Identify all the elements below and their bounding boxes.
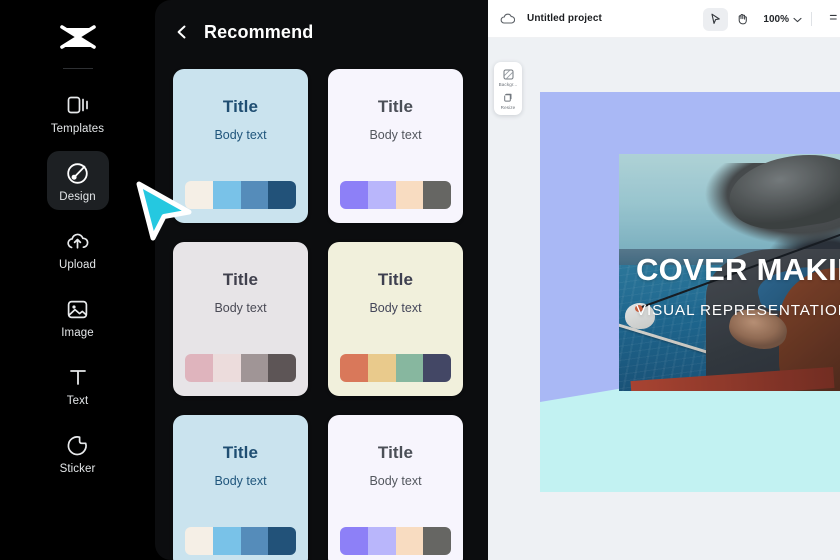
cover-subheading[interactable]: VISUAL REPRESENTATION OF xyxy=(636,302,840,319)
toolbar-divider xyxy=(811,12,812,26)
sticker-icon xyxy=(65,432,91,458)
image-icon xyxy=(65,296,91,322)
sidebar-item-label: Text xyxy=(66,395,89,407)
sidebar-item-sticker[interactable]: Sticker xyxy=(47,423,109,482)
background-tool-button[interactable]: Backgr... xyxy=(494,68,522,87)
theme-card-swatches xyxy=(185,181,296,209)
editor-pane: Untitled project 100% Backgr... Resize C… xyxy=(488,0,840,560)
theme-card-swatches xyxy=(340,354,451,382)
color-swatch xyxy=(185,181,213,209)
theme-card-swatches xyxy=(185,527,296,555)
theme-card[interactable]: Title Body text xyxy=(328,415,463,560)
theme-card-body: Body text xyxy=(369,128,422,142)
color-swatch xyxy=(185,354,213,382)
background-tool-label: Backgr... xyxy=(498,82,518,87)
theme-card-body: Body text xyxy=(369,301,422,315)
color-swatch xyxy=(212,181,241,209)
color-swatch xyxy=(212,527,241,555)
editor-topbar: Untitled project 100% xyxy=(488,0,840,38)
sidebar-item-label: Templates xyxy=(50,123,105,135)
theme-card[interactable]: Title Body text xyxy=(173,242,308,396)
cloud-sync-icon xyxy=(500,11,516,27)
resize-tool-button[interactable]: Resize xyxy=(494,91,522,110)
zoom-level: 100% xyxy=(763,13,789,25)
color-swatch xyxy=(268,181,296,209)
color-swatch xyxy=(185,527,213,555)
theme-card-swatches xyxy=(340,527,451,555)
color-swatch xyxy=(240,354,269,382)
theme-card-title: Title xyxy=(377,443,414,462)
theme-card-grid: Title Body text Title Body text Title Body te… xyxy=(155,64,488,560)
theme-card-swatches xyxy=(185,354,296,382)
sidebar-item-templates[interactable]: Templates xyxy=(47,83,109,142)
page-title: Recommend xyxy=(204,21,314,42)
theme-card-body: Body text xyxy=(369,474,422,488)
rail-divider xyxy=(62,68,93,69)
project-name[interactable]: Untitled project xyxy=(527,13,602,24)
chevron-left-icon[interactable] xyxy=(172,22,192,42)
sidebar-item-label: Sticker xyxy=(59,463,96,475)
capcut-logo-icon[interactable] xyxy=(55,18,101,58)
chevron-down-icon xyxy=(793,10,802,28)
color-swatch xyxy=(367,354,396,382)
color-swatch xyxy=(268,527,296,555)
sidebar-item-label: Design xyxy=(59,191,96,203)
text-t-icon xyxy=(65,364,91,390)
upload-cloud-icon xyxy=(65,228,91,254)
resize-tool-label: Resize xyxy=(500,105,516,110)
color-swatch xyxy=(395,354,424,382)
color-swatch xyxy=(240,527,269,555)
theme-card-title: Title xyxy=(222,443,259,462)
canvas-stage[interactable]: Backgr... Resize COVER MAKI VISUAL REPRE… xyxy=(488,38,840,560)
left-nav-rail: Templates Design Upload Image Text Stick… xyxy=(0,0,155,560)
theme-card[interactable]: Title Body text xyxy=(328,69,463,223)
theme-card-title: Title xyxy=(222,270,259,289)
app-root: Templates Design Upload Image Text Stick… xyxy=(0,0,840,560)
design-brush-icon xyxy=(65,160,91,186)
sidebar-item-label: Upload xyxy=(58,259,97,271)
color-swatch xyxy=(340,354,368,382)
theme-card-swatches xyxy=(340,181,451,209)
color-swatch xyxy=(423,354,451,382)
color-swatch xyxy=(423,527,451,555)
theme-card-body: Body text xyxy=(214,128,267,142)
cursor-select-icon[interactable] xyxy=(703,7,729,31)
sidebar-item-upload[interactable]: Upload xyxy=(47,219,109,278)
theme-card-body: Body text xyxy=(214,301,267,315)
color-swatch xyxy=(340,527,368,555)
hand-pan-icon[interactable] xyxy=(730,8,755,31)
color-swatch xyxy=(268,354,296,382)
color-swatch xyxy=(367,527,396,555)
cover-heading[interactable]: COVER MAKING xyxy=(636,252,840,288)
color-swatch xyxy=(367,181,396,209)
sidebar-item-label: Image xyxy=(61,327,94,339)
color-swatch xyxy=(395,527,424,555)
theme-card-title: Title xyxy=(377,97,414,116)
overflow-action-button[interactable] xyxy=(821,8,840,31)
background-checker-icon xyxy=(502,68,514,80)
topbar-tools: 100% xyxy=(703,0,840,38)
color-swatch xyxy=(340,181,368,209)
zoom-control[interactable]: 100% xyxy=(763,10,802,28)
color-swatch xyxy=(212,354,241,382)
sidebar-item-text[interactable]: Text xyxy=(47,355,109,414)
theme-card-body: Body text xyxy=(214,474,267,488)
theme-card-title: Title xyxy=(222,97,259,116)
sidebar-item-design[interactable]: Design xyxy=(46,151,109,210)
color-swatch xyxy=(395,181,424,209)
canvas-floating-toolbar: Backgr... Resize xyxy=(494,62,522,115)
theme-card[interactable]: Title Body text xyxy=(328,242,463,396)
color-swatch xyxy=(423,181,451,209)
resize-frame-icon xyxy=(502,91,514,103)
artboard[interactable]: COVER MAKING VISUAL REPRESENTATION OF xyxy=(540,92,840,492)
theme-card[interactable]: Title Body text xyxy=(173,69,308,223)
theme-card[interactable]: Title Body text xyxy=(173,415,308,560)
recommend-panel: Recommend Title Body text Title Body text Ti… xyxy=(155,0,488,560)
theme-card-title: Title xyxy=(377,270,414,289)
panel-header: Recommend xyxy=(155,0,488,64)
sidebar-item-image[interactable]: Image xyxy=(47,287,109,346)
color-swatch xyxy=(240,181,269,209)
templates-icon xyxy=(65,92,91,118)
